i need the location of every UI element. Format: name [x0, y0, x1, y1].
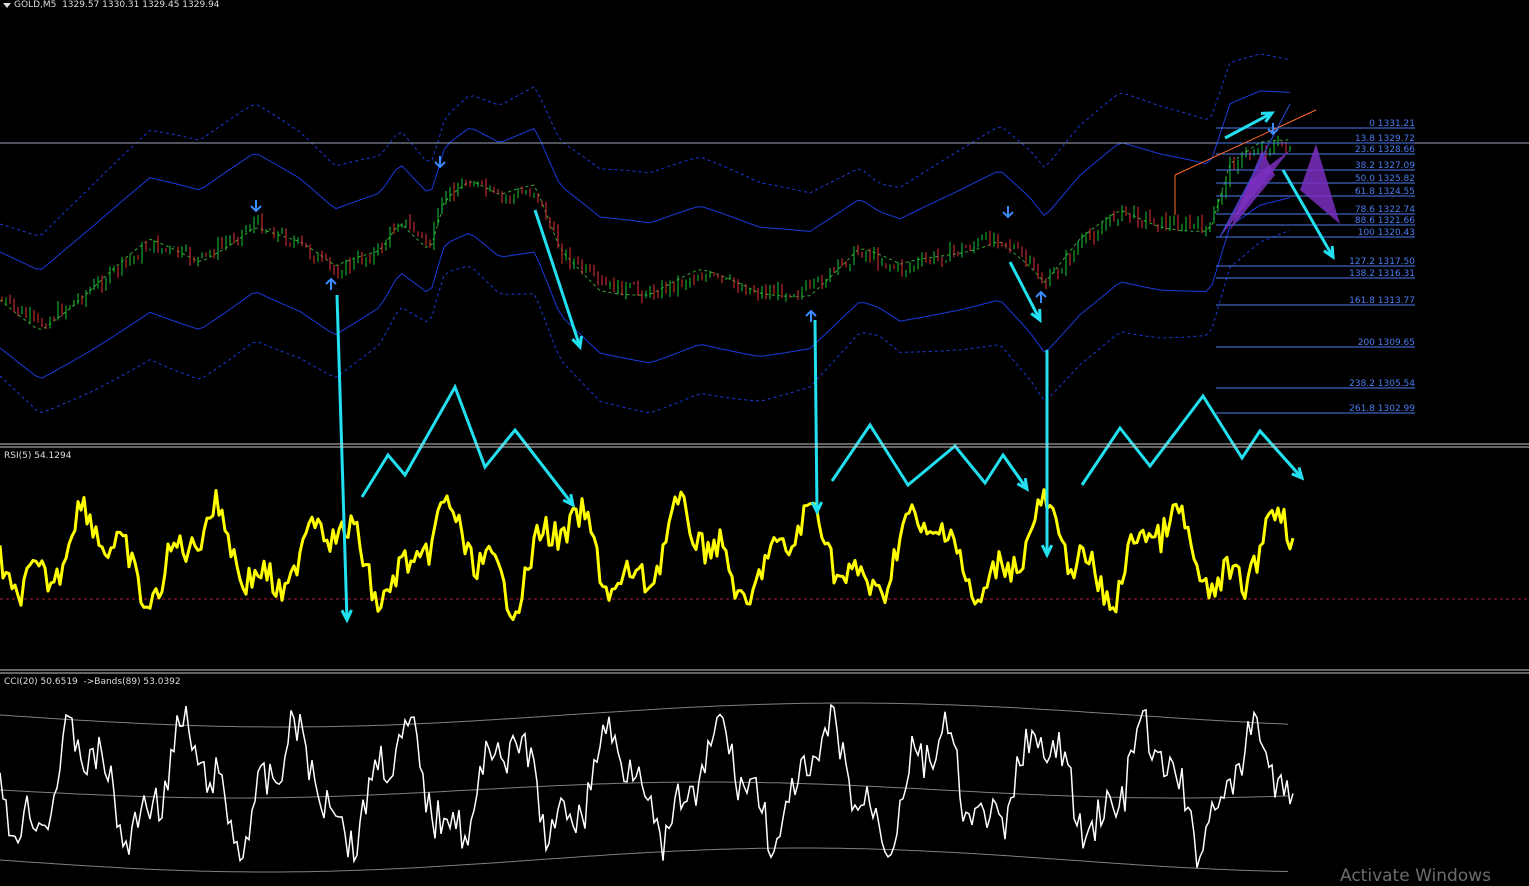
cci-label: CCI(20) 50.6519 ->Bands(89) 53.0392	[4, 677, 181, 687]
arrow-shaft	[1224, 111, 1273, 140]
bollinger-bands	[0, 53, 1529, 414]
arrow-shaft	[1001, 454, 1029, 490]
cyan-arrow	[513, 429, 576, 508]
trading-chart[interactable]	[0, 0, 1529, 880]
cyan-arrow	[1258, 430, 1305, 481]
band-upper	[0, 90, 1291, 270]
fib-level-label: 127.2 1317.50	[1349, 257, 1415, 267]
fib-level-label: 0 1331.21	[1369, 119, 1415, 129]
cci-indicator	[0, 702, 1294, 873]
fib-level-label: 23.6 1328.66	[1354, 145, 1415, 155]
cci-band-upper	[0, 702, 1289, 728]
fib-level-label: 61.8 1324.55	[1354, 187, 1415, 197]
arrow-shaft	[813, 319, 819, 513]
arrow-down-icon	[250, 200, 262, 213]
arrow-down-icon	[434, 156, 446, 169]
fib-level-label: 238.2 1305.54	[1349, 379, 1415, 389]
fib-level-label: 138.2 1316.31	[1349, 269, 1415, 279]
cyan-arrow	[1040, 350, 1054, 559]
cyan-arrow	[1008, 261, 1042, 324]
pattern-triangle-mid	[1230, 150, 1275, 230]
cci-band-lower	[0, 847, 1289, 873]
cyan-zigzag	[830, 422, 1029, 490]
candlesticks	[1, 135, 1291, 329]
rsi-line	[0, 488, 1295, 622]
fib-level-label: 78.6 1322.74	[1354, 205, 1415, 215]
arrow-up-icon	[1035, 290, 1047, 303]
fib-level-label: 161.8 1313.77	[1349, 296, 1415, 306]
fib-level-label: 38.2 1327.09	[1354, 161, 1415, 171]
cci-line	[0, 703, 1294, 868]
cyan-zigzag	[360, 383, 575, 506]
cyan-arrow	[810, 319, 824, 516]
signal-arrows	[250, 123, 1279, 322]
rsi-indicator	[0, 488, 1529, 622]
symbol-header: GOLD,M5 1329.57 1330.31 1329.45 1329.94	[14, 0, 220, 10]
triangle-down-icon[interactable]	[3, 3, 11, 8]
activate-windows-watermark: Activate Windows	[1340, 866, 1491, 886]
arrow-shaft	[1008, 261, 1042, 321]
fib-level-label: 88.6 1321.66	[1354, 216, 1415, 226]
fib-level-label: 50.0 1325.82	[1354, 174, 1415, 184]
cyan-arrow	[1224, 111, 1276, 140]
fib-level-label: 13.8 1329.72	[1354, 134, 1415, 144]
arrow-shaft	[1258, 430, 1304, 479]
arrow-down-icon	[1002, 206, 1014, 219]
fib-level-label: 261.8 1302.99	[1349, 404, 1415, 414]
rsi-label: RSI(5) 54.1294	[4, 451, 72, 461]
harmonic-pattern	[1174, 103, 1340, 238]
fib-level-label: 200 1309.65	[1357, 338, 1415, 348]
cyan-arrow	[1001, 454, 1029, 492]
band-outer-upper	[0, 53, 1291, 236]
arrow-shaft	[335, 294, 349, 621]
fib-level-label: 100 1320.43	[1357, 228, 1415, 238]
cyan-arrow	[335, 294, 353, 624]
arrow-up-icon	[325, 277, 337, 290]
arrow-shaft	[513, 429, 575, 506]
band-lower	[0, 197, 1291, 379]
